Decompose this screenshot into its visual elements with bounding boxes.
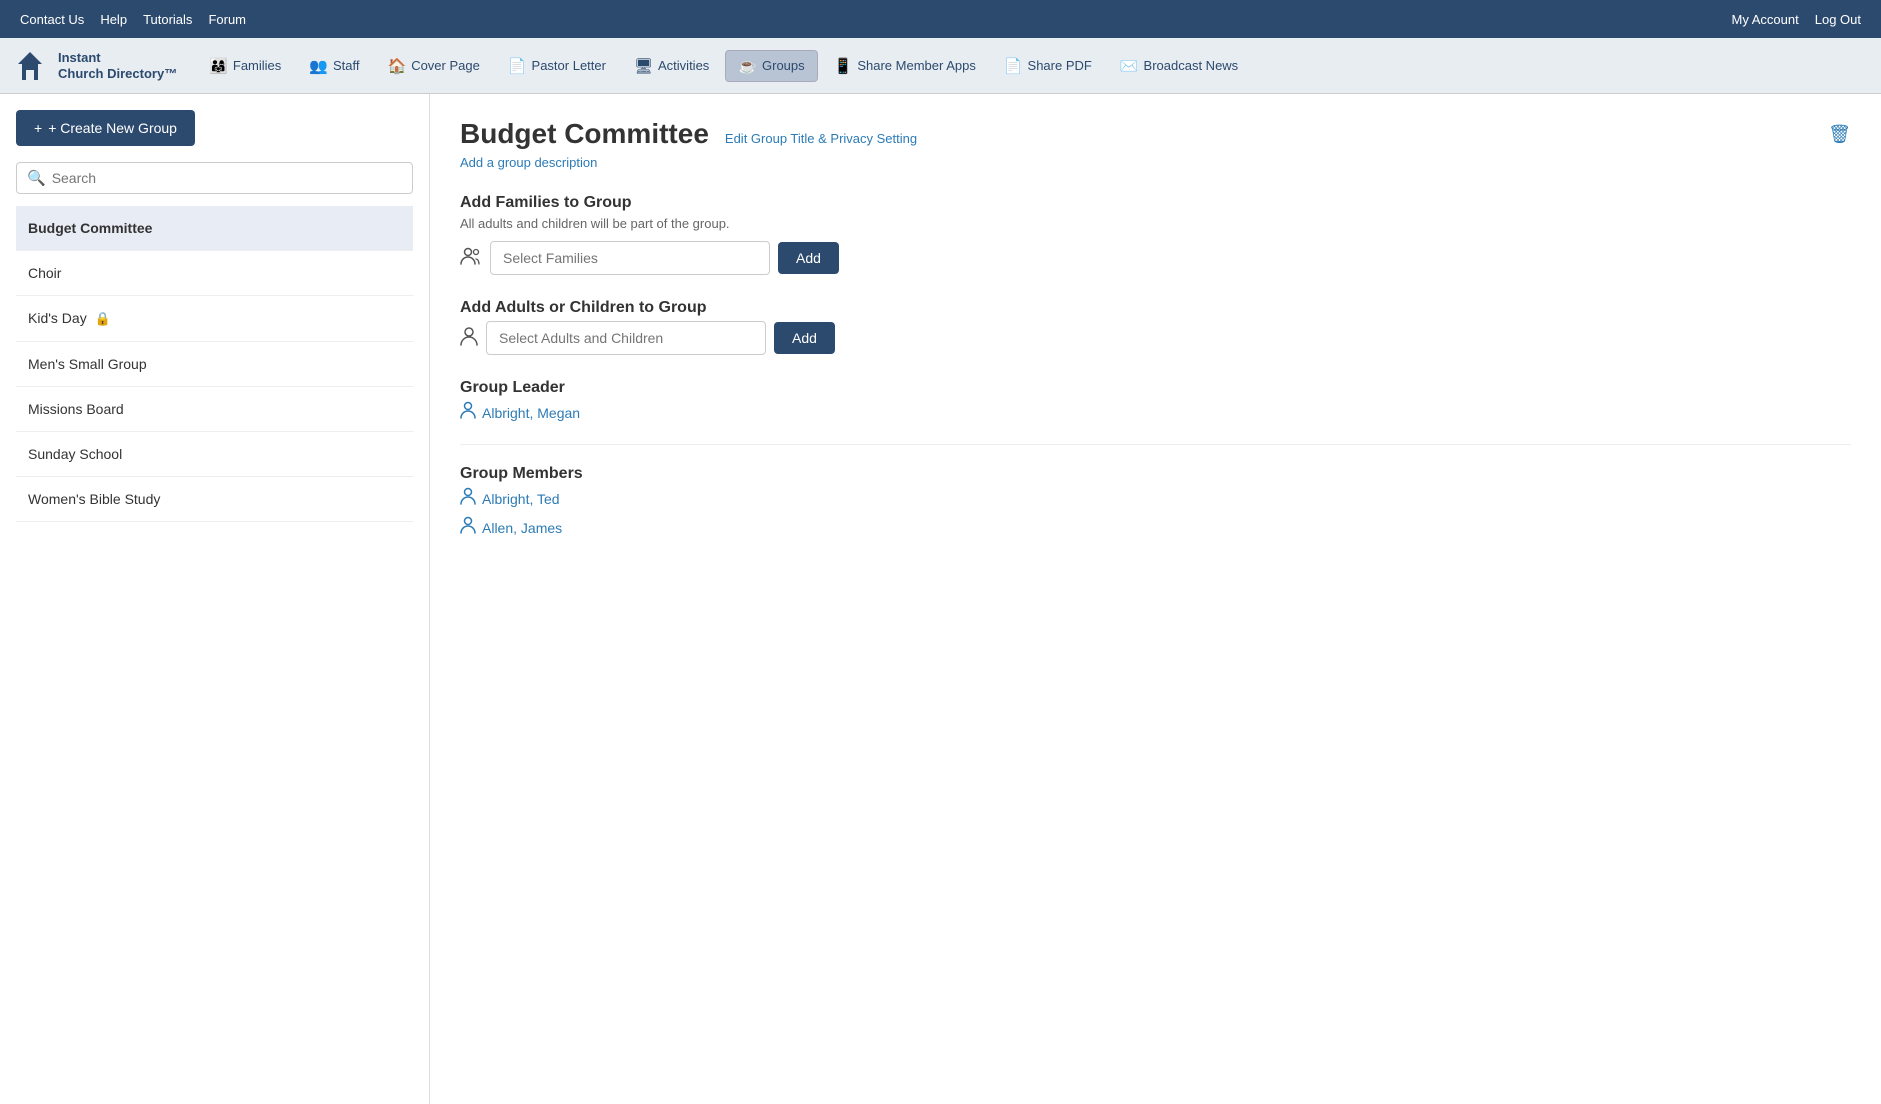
top-bar: Contact Us Help Tutorials Forum My Accou…: [0, 0, 1881, 38]
nav-activities[interactable]: 🖥 Activities: [622, 51, 721, 81]
section-divider: [460, 444, 1851, 445]
add-adults-title: Add Adults or Children to Group: [460, 299, 1851, 317]
person-add-icon: [460, 326, 478, 351]
add-adults-button[interactable]: Add: [774, 322, 835, 354]
my-account-link[interactable]: My Account: [1732, 12, 1799, 27]
help-link[interactable]: Help: [100, 12, 127, 27]
main-nav: Instant Church Directory™ 👨‍👩‍👧 Families…: [0, 38, 1881, 94]
group-member-name-1: Allen, James: [482, 520, 562, 536]
search-icon: 🔍: [27, 169, 46, 187]
list-item[interactable]: Kid's Day 🔒: [16, 296, 413, 342]
add-families-section: Add Families to Group All adults and chi…: [460, 194, 1851, 275]
plus-icon: +: [34, 120, 42, 136]
lock-icon: 🔒: [95, 311, 111, 326]
group-title-row: Budget Committee Edit Group Title & Priv…: [460, 118, 917, 150]
sidebar: + + Create New Group 🔍 Budget Committee …: [0, 94, 430, 1104]
forum-link[interactable]: Forum: [208, 12, 246, 27]
pastor-letter-icon: 📄: [508, 57, 527, 75]
list-item[interactable]: Choir: [16, 251, 413, 296]
main-panel: Budget Committee Edit Group Title & Priv…: [430, 94, 1881, 1104]
families-icon: 👨‍👩‍👧: [209, 57, 228, 75]
member-person-icon-1: [460, 516, 476, 539]
list-item[interactable]: Men's Small Group: [16, 342, 413, 387]
logo-icon: [10, 46, 50, 86]
delete-icon[interactable]: 🗑: [1828, 124, 1851, 145]
activities-icon: 🖥: [634, 57, 653, 75]
search-input[interactable]: [52, 170, 402, 186]
top-bar-left: Contact Us Help Tutorials Forum: [20, 12, 246, 27]
families-add-icon: [460, 247, 482, 270]
nav-broadcast-news[interactable]: ✉️ Broadcast News: [1108, 51, 1250, 81]
group-members-section: Group Members Albright, Ted All: [460, 465, 1851, 539]
top-bar-right: My Account Log Out: [1732, 12, 1861, 27]
share-member-apps-icon: 📱: [834, 57, 853, 75]
add-families-title: Add Families to Group: [460, 194, 1851, 212]
group-member-link-1[interactable]: Allen, James: [460, 516, 1851, 539]
list-item[interactable]: Missions Board: [16, 387, 413, 432]
group-title: Budget Committee: [460, 118, 709, 150]
share-pdf-icon: 📄: [1004, 57, 1023, 75]
group-member-name-0: Albright, Ted: [482, 491, 560, 507]
group-leader-name: Albright, Megan: [482, 405, 580, 421]
group-leader-section: Group Leader Albright, Megan: [460, 379, 1851, 424]
add-families-desc: All adults and children will be part of …: [460, 216, 1851, 231]
group-leader-title: Group Leader: [460, 379, 1851, 397]
leader-person-icon: [460, 401, 476, 424]
add-families-button[interactable]: Add: [778, 242, 839, 274]
staff-icon: 👥: [309, 57, 328, 75]
groups-icon: ☕: [738, 57, 757, 75]
nav-families[interactable]: 👨‍👩‍👧 Families: [197, 51, 293, 81]
cover-page-icon: 🏠: [388, 57, 407, 75]
nav-pastor-letter[interactable]: 📄 Pastor Letter: [496, 51, 618, 81]
broadcast-news-icon: ✉️: [1120, 57, 1139, 75]
group-leader-link[interactable]: Albright, Megan: [460, 401, 1851, 424]
logo: Instant Church Directory™: [10, 46, 177, 86]
content-area: + + Create New Group 🔍 Budget Committee …: [0, 94, 1881, 1104]
group-member-link-0[interactable]: Albright, Ted: [460, 487, 1851, 510]
add-description-link[interactable]: Add a group description: [460, 155, 597, 170]
add-families-row: Add: [460, 241, 1851, 275]
nav-cover-page[interactable]: 🏠 Cover Page: [376, 51, 492, 81]
group-list: Budget Committee Choir Kid's Day 🔒 Men's…: [16, 206, 413, 522]
member-person-icon-0: [460, 487, 476, 510]
edit-group-link[interactable]: Edit Group Title & Privacy Setting: [725, 131, 917, 146]
nav-staff[interactable]: 👥 Staff: [297, 51, 371, 81]
create-group-button[interactable]: + + Create New Group: [16, 110, 195, 146]
nav-share-pdf[interactable]: 📄 Share PDF: [992, 51, 1104, 81]
nav-groups[interactable]: ☕ Groups: [725, 50, 817, 82]
logo-text: Instant Church Directory™: [58, 50, 177, 81]
add-adults-row: Add: [460, 321, 1851, 355]
list-item[interactable]: Budget Committee: [16, 206, 413, 251]
nav-share-member-apps[interactable]: 📱 Share Member Apps: [822, 51, 988, 81]
group-header: Budget Committee Edit Group Title & Priv…: [460, 118, 1851, 150]
search-box: 🔍: [16, 162, 413, 194]
group-members-title: Group Members: [460, 465, 1851, 483]
list-item[interactable]: Sunday School: [16, 432, 413, 477]
add-adults-section: Add Adults or Children to Group Add: [460, 299, 1851, 355]
select-families-input[interactable]: [490, 241, 770, 275]
tutorials-link[interactable]: Tutorials: [143, 12, 192, 27]
select-adults-input[interactable]: [486, 321, 766, 355]
log-out-link[interactable]: Log Out: [1815, 12, 1861, 27]
list-item[interactable]: Women's Bible Study: [16, 477, 413, 522]
contact-us-link[interactable]: Contact Us: [20, 12, 84, 27]
nav-items: 👨‍👩‍👧 Families 👥 Staff 🏠 Cover Page 📄 Pa…: [197, 50, 1250, 82]
